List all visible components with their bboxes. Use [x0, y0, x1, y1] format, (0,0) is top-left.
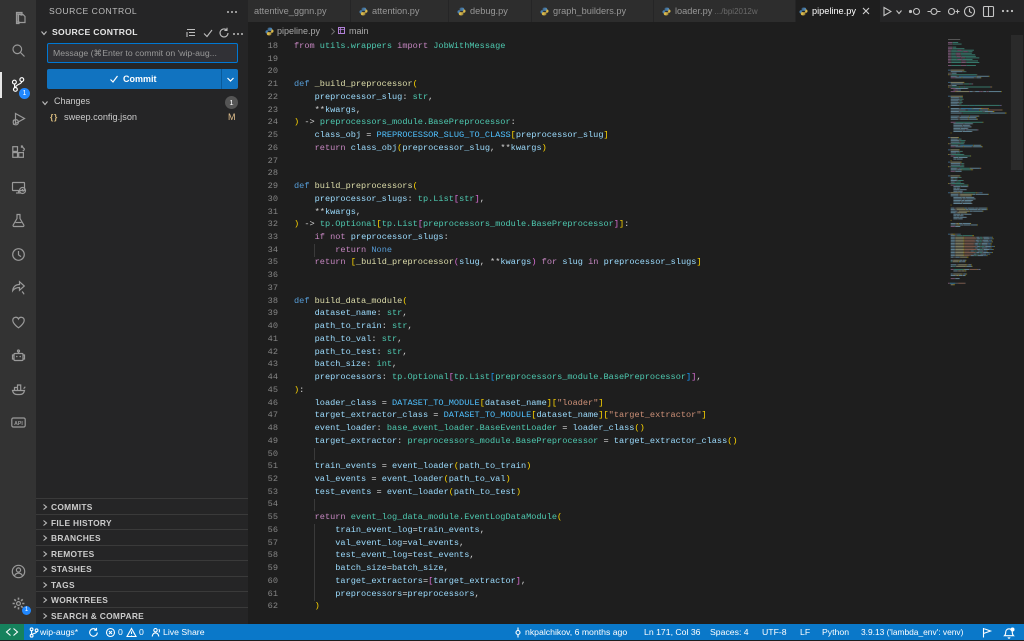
- svg-text:API: API: [14, 421, 23, 427]
